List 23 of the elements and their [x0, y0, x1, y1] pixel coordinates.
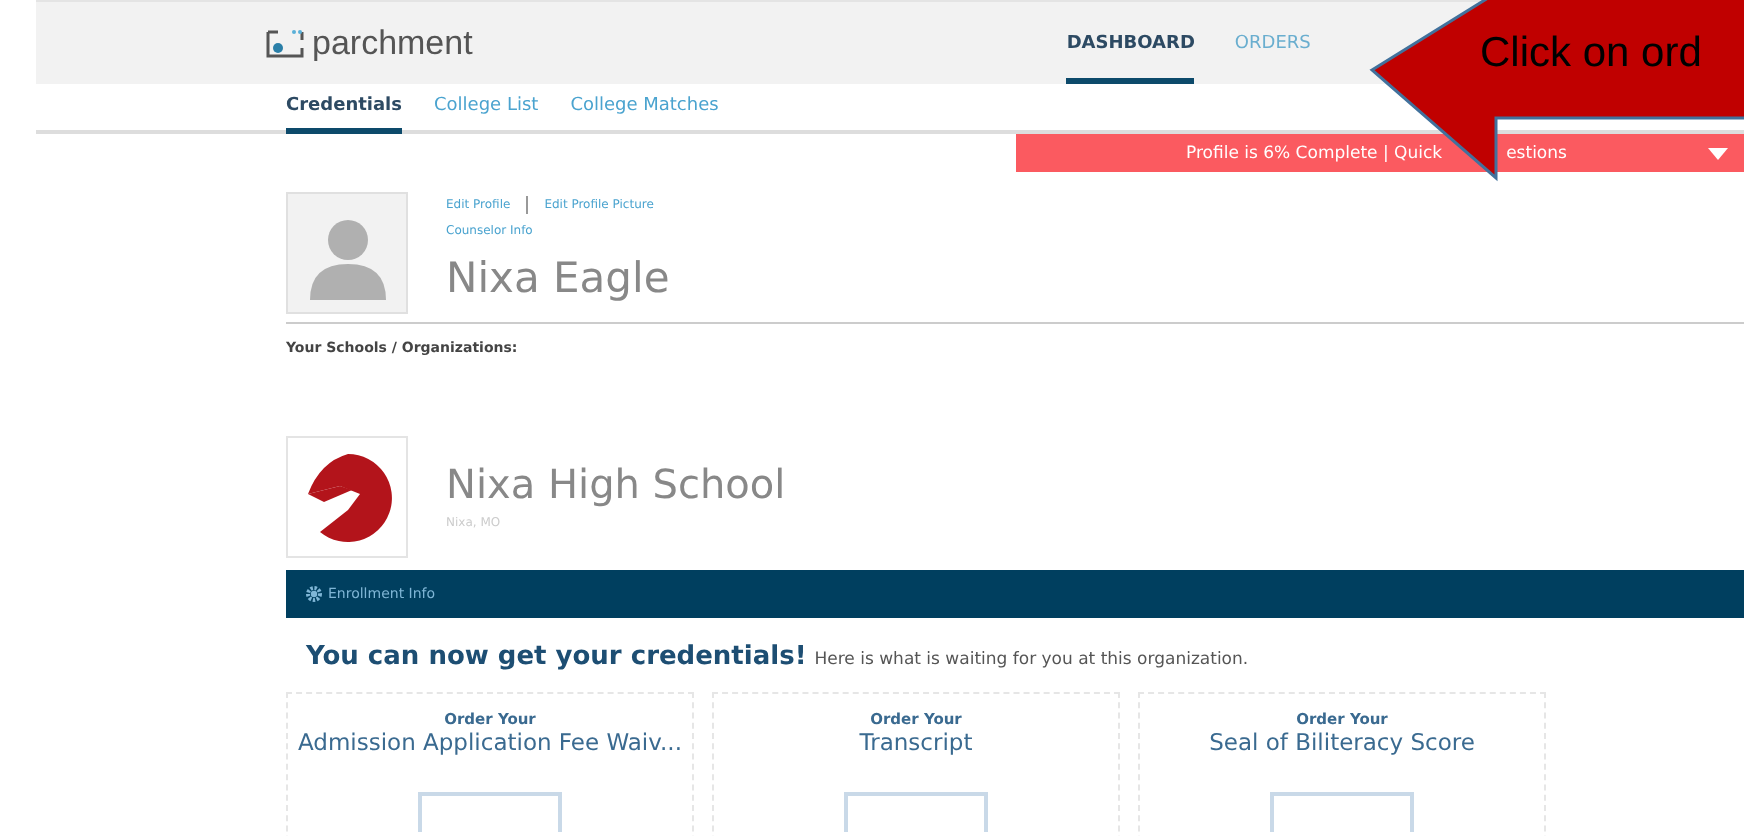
document-thumbnail [844, 792, 988, 832]
tab[interactable]: Credentials [286, 84, 403, 134]
school-name: Nixa High School [446, 460, 786, 508]
card-title: Seal of Biliteracy Score [1209, 728, 1475, 756]
callout-text: Click on ord [1480, 30, 1702, 78]
profile-name: Nixa Eagle [446, 254, 670, 302]
tab[interactable]: College Matches [570, 84, 719, 134]
nav-link[interactable]: DASHBOARD [1066, 2, 1195, 84]
credentials-subtitle: Here is what is waiting for you at this organization. [814, 650, 1249, 670]
parchment-logo[interactable]: parchment [266, 23, 473, 63]
document-thumbnail [1270, 792, 1414, 832]
caret-icon[interactable] [1708, 148, 1728, 160]
card-title: Admission Application Fee Waiv... [298, 728, 682, 756]
profile-completion-banner[interactable]: Profile is 6% Complete | Quick estions [1016, 134, 1744, 172]
card-title: Transcript [859, 728, 973, 756]
document-icon [266, 27, 306, 59]
tab[interactable]: College List [434, 84, 539, 134]
banner-text: Profile is 6% Complete | Quick [1186, 143, 1443, 163]
person-silhouette-icon [305, 216, 389, 300]
banner-text: estions [1506, 143, 1567, 163]
document-thumbnail [418, 792, 562, 832]
credentials-heading: You can now get your credentials! [306, 642, 807, 672]
gear-icon[interactable] [306, 586, 322, 602]
